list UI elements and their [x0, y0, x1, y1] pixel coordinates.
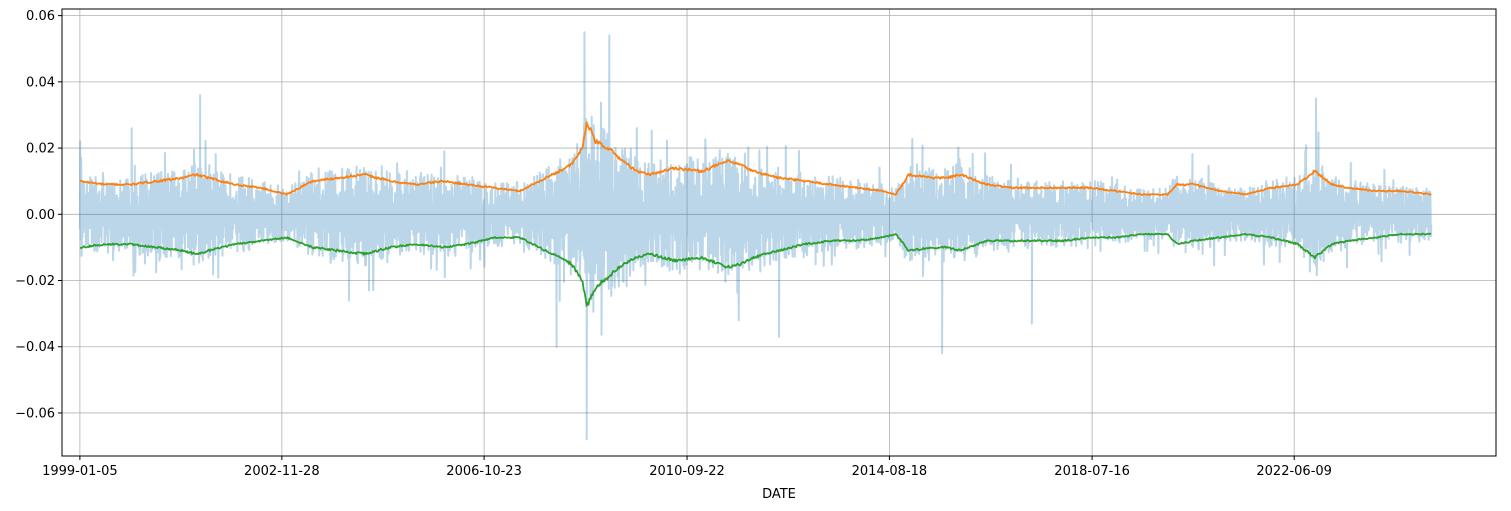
y-tick-label: −0.02 [15, 274, 55, 289]
y-tick-label: −0.06 [15, 406, 55, 421]
x-tick-label: 2010-09-22 [649, 464, 725, 479]
y-tick-label: 0.02 [26, 142, 55, 157]
x-tick-label: 2006-10-23 [446, 464, 522, 479]
x-tick-label: 1999-01-05 [42, 464, 118, 479]
y-tick-label: 0.00 [26, 208, 55, 223]
x-tick-label: 2002-11-28 [244, 464, 320, 479]
y-tick-label: 0.04 [26, 75, 55, 90]
x-tick-label: 2014-08-18 [852, 464, 928, 479]
y-tick-label: −0.04 [15, 340, 55, 355]
x-axis-label: DATE [762, 487, 796, 502]
chart: −0.06 −0.04 −0.02 0.00 0.02 0.04 0.06 1999-01-… [0, 0, 1511, 511]
y-tick-label: 0.06 [26, 9, 55, 24]
x-tick-label: 2022-06-09 [1256, 464, 1332, 479]
x-tick-label: 2018-07-16 [1054, 464, 1130, 479]
